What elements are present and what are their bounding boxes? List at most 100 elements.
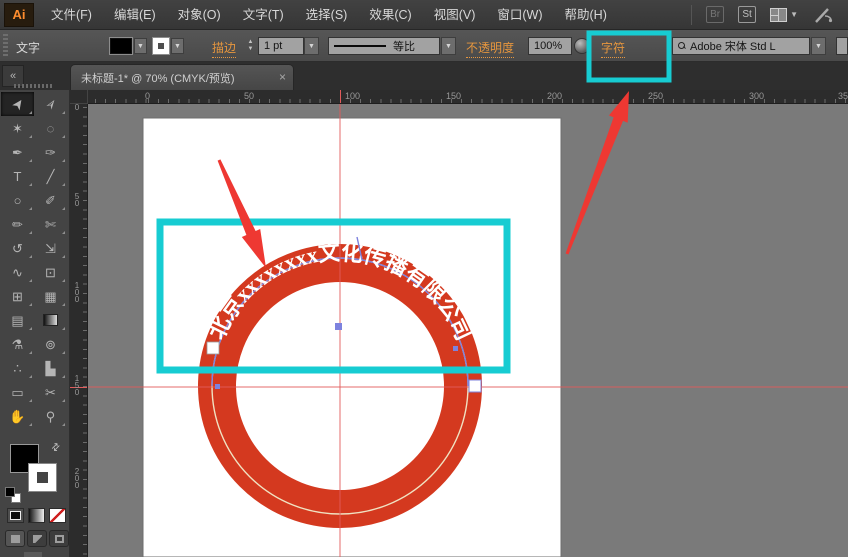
ruler-corner[interactable]: [70, 90, 88, 104]
symbol-sprayer-tool-icon: ∴: [13, 362, 21, 375]
stroke-weight-field[interactable]: 1 pt: [258, 37, 304, 55]
scale-tool-icon: ⇲: [45, 242, 56, 255]
drawing-mode-buttons: [5, 530, 69, 547]
object-center-point[interactable]: [335, 323, 342, 330]
close-tab-icon[interactable]: ×: [279, 71, 286, 83]
line-segment-tool[interactable]: ╱: [34, 164, 67, 188]
gradient-button[interactable]: [28, 508, 45, 523]
character-panel-link[interactable]: 字符: [601, 39, 625, 58]
scale-tool[interactable]: ⇲: [34, 236, 67, 260]
fill-color-swatch[interactable]: [110, 38, 132, 54]
opacity-panel-link[interactable]: 不透明度: [466, 39, 514, 58]
pencil-tool[interactable]: ✏: [1, 212, 34, 236]
screen-mode-button-partial[interactable]: [24, 552, 42, 557]
tools-panel-grip[interactable]: [14, 84, 54, 88]
recolor-artwork-button[interactable]: [574, 38, 590, 54]
none-button[interactable]: [49, 508, 66, 523]
width-tool[interactable]: ∿: [1, 260, 34, 284]
stroke-weight-dropdown-button[interactable]: ▼: [304, 37, 319, 55]
stock-icon[interactable]: St: [738, 6, 756, 23]
menu-item-0[interactable]: 文件(F): [40, 0, 103, 30]
anchor-handle-right[interactable]: [469, 380, 481, 392]
direct-selection-tool[interactable]: ➢: [34, 92, 67, 116]
blend-tool-icon: ⊚: [45, 338, 56, 351]
selection-tool[interactable]: ➤: [1, 92, 34, 116]
zoom-tool[interactable]: ⚲: [34, 404, 67, 428]
stroke-color-swatch[interactable]: [153, 38, 169, 54]
color-button[interactable]: [7, 508, 24, 523]
lasso-tool[interactable]: ◌: [34, 116, 67, 140]
bridge-icon[interactable]: Br: [706, 6, 724, 23]
ruler-label: 100: [345, 91, 360, 101]
column-graph-tool[interactable]: ▙: [34, 356, 67, 380]
add-anchor-pen-tool[interactable]: ✑: [34, 140, 67, 164]
gradient-tool[interactable]: ▨: [34, 308, 67, 332]
perspective-grid-tool-icon: ▦: [44, 290, 56, 303]
panel-grip[interactable]: [3, 34, 8, 58]
eyedropper-tool[interactable]: ⚗: [1, 332, 34, 356]
menu-item-7[interactable]: 窗口(W): [486, 0, 553, 30]
menu-item-5[interactable]: 效果(C): [358, 0, 422, 30]
font-dropdown-button[interactable]: ▼: [811, 37, 826, 55]
selection-tool-icon: ➤: [8, 95, 26, 113]
draw-behind-button[interactable]: [27, 530, 47, 547]
pen-tool[interactable]: ✒: [1, 140, 34, 164]
ellipse-tool[interactable]: ○: [1, 188, 34, 212]
slice-tool[interactable]: ✂: [34, 380, 67, 404]
perspective-grid-tool[interactable]: ▦: [34, 284, 67, 308]
horizontal-ruler[interactable]: 050100150200250300350: [88, 90, 848, 104]
stroke-dropdown-button[interactable]: ▼: [171, 38, 184, 54]
anchor-point-right[interactable]: [453, 346, 458, 351]
font-name-value: Adobe 宋体 Std L: [690, 38, 776, 54]
ellipse-tool-icon: ○: [14, 194, 22, 207]
paintbrush-tool[interactable]: ✐: [34, 188, 67, 212]
canvas[interactable]: 北京xxxxxxxx文化传播有限公司: [88, 104, 848, 557]
selection-type-label: 文字: [16, 39, 40, 56]
search-icon: [678, 42, 686, 50]
draw-inside-button[interactable]: [49, 530, 69, 547]
type-tool[interactable]: T: [1, 164, 34, 188]
stroke-weight-stepper[interactable]: ▲▼: [245, 37, 256, 55]
menu-item-6[interactable]: 视图(V): [423, 0, 487, 30]
menu-item-4[interactable]: 选择(S): [295, 0, 359, 30]
paint-style-buttons: [7, 508, 66, 523]
menu-item-1[interactable]: 编辑(E): [103, 0, 167, 30]
stroke-panel-link[interactable]: 描边: [212, 39, 236, 58]
mesh-tool[interactable]: ▤: [1, 308, 34, 332]
magic-wand-tool[interactable]: ✶: [1, 116, 34, 140]
stroke-profile-field[interactable]: 等比: [328, 37, 440, 55]
document-tab[interactable]: 未标题-1* @ 70% (CMYK/预览) ×: [70, 64, 294, 90]
swap-fill-stroke-icon[interactable]: ⇄: [49, 441, 63, 455]
scissors-tool[interactable]: ✄: [34, 212, 67, 236]
blend-tool[interactable]: ⊚: [34, 332, 67, 356]
fill-dropdown-button[interactable]: ▼: [134, 38, 147, 54]
rotate-tool[interactable]: ↺: [1, 236, 34, 260]
ruler-label: 50: [244, 91, 254, 101]
vertical-ruler[interactable]: 05 01 0 01 5 02 0 0: [70, 104, 88, 557]
menu-item-2[interactable]: 对象(O): [167, 0, 232, 30]
stroke-profile-dropdown-button[interactable]: ▼: [441, 37, 456, 55]
workspace-switcher-icon[interactable]: ▼: [770, 8, 798, 22]
rotate-tool-icon: ↺: [12, 242, 23, 255]
anchor-point-left[interactable]: [215, 384, 220, 389]
ruler-ticks: [83, 104, 87, 557]
direct-selection-tool-icon: ➢: [41, 95, 59, 113]
opacity-field[interactable]: 100%: [528, 37, 572, 55]
shape-builder-tool[interactable]: ⊞: [1, 284, 34, 308]
free-transform-tool[interactable]: ⊡: [34, 260, 67, 284]
stroke-swatch[interactable]: [29, 464, 56, 491]
anchor-handle-left[interactable]: [207, 342, 219, 354]
draw-normal-button[interactable]: [5, 530, 25, 547]
symbol-sprayer-tool[interactable]: ∴: [1, 356, 34, 380]
font-style-field-partial[interactable]: [836, 37, 848, 55]
font-family-field[interactable]: Adobe 宋体 Std L: [672, 37, 810, 55]
artboard-tool[interactable]: ▭: [1, 380, 34, 404]
cs-live-icon[interactable]: [812, 6, 834, 24]
menu-item-8[interactable]: 帮助(H): [554, 0, 618, 30]
hand-tool[interactable]: ✋: [1, 404, 34, 428]
default-fill-stroke-icon[interactable]: [6, 488, 20, 502]
zoom-tool-icon: ⚲: [46, 410, 56, 423]
scissors-tool-icon: ✄: [45, 218, 56, 231]
menu-item-3[interactable]: 文字(T): [232, 0, 295, 30]
column-graph-tool-icon: ▙: [46, 362, 56, 375]
